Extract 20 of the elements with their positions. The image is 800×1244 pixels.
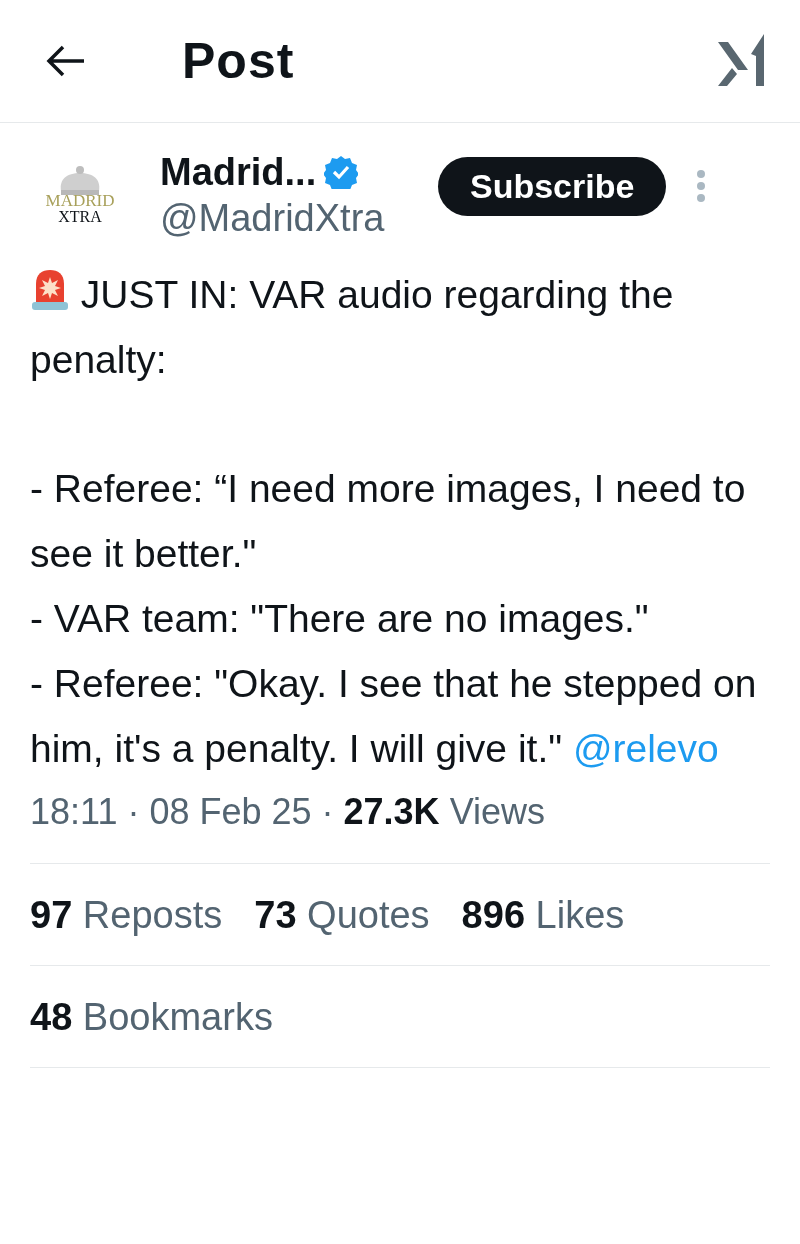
stat-link[interactable]: 48 Bookmarks <box>30 996 273 1040</box>
post-text: JUST IN: VAR audio regarding the penalty: - Referee: “I need more images, I need to see it better." - VAR team: "There are no images." - Referee: "Okay. I see that he stepped on him, it's a penalty. I will give it." @relevo <box>30 263 770 782</box>
avatar-logo-text: XTRA <box>58 209 102 225</box>
display-name[interactable]: Madrid... <box>160 149 317 195</box>
separator-dot: · <box>321 791 334 834</box>
stat-link[interactable]: 896 Likes <box>461 894 625 938</box>
logo-icon[interactable] <box>718 34 764 88</box>
view-count: 27.3K Views <box>343 791 545 834</box>
stat-link[interactable]: 97 Reposts <box>30 894 223 938</box>
post-time: 18:11 <box>30 791 118 834</box>
page-title: Post <box>182 32 295 90</box>
stat-link[interactable]: 73 Quotes <box>254 894 430 938</box>
separator-dot: · <box>127 791 140 834</box>
avatar-logo-text: MADRID <box>45 193 115 209</box>
subscribe-button[interactable]: Subscribe <box>438 156 667 216</box>
avatar[interactable]: MADRID XTRA <box>32 147 128 243</box>
siren-icon <box>30 268 70 312</box>
post-date: 08 Feb 25 <box>149 791 312 834</box>
back-arrow-icon[interactable] <box>46 44 86 78</box>
user-handle[interactable]: @MadridXtra <box>160 195 422 241</box>
